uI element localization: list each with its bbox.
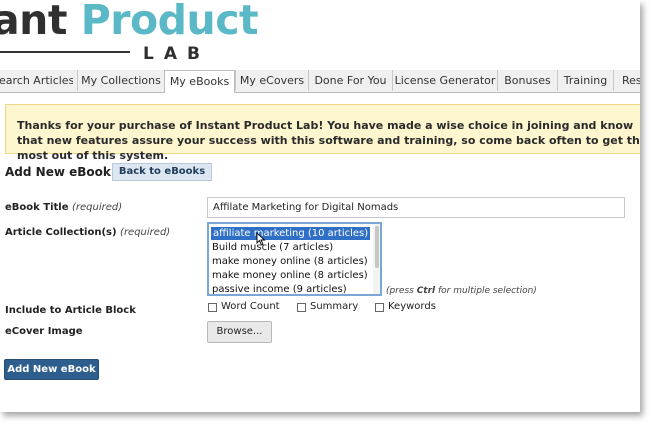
article-collections-select[interactable]: affiliate marketing (10 articles) Build … <box>207 222 382 296</box>
collection-option[interactable]: make money online (8 articles) <box>212 269 368 282</box>
tab-license-generator[interactable]: License Generator <box>392 70 497 91</box>
required-note: (required) <box>72 202 123 213</box>
summary-label[interactable]: Summary <box>310 301 358 312</box>
collection-option[interactable]: passive income (9 articles) <box>212 283 347 294</box>
tab-my-collections[interactable]: My Collections <box>77 70 164 91</box>
hint-suffix: for multiple selection) <box>435 286 537 296</box>
add-new-ebook-button[interactable]: Add New eBook <box>4 359 99 380</box>
page-title: Add New eBook <box>5 165 111 179</box>
word-count-checkbox[interactable] <box>208 303 217 312</box>
article-collections-label: Article Collection(s) (required) <box>5 227 170 238</box>
collection-option[interactable]: make money online (8 articles) <box>212 255 368 268</box>
tab-search-articles[interactable]: Search Articles <box>0 70 73 91</box>
collection-option[interactable]: Build muscle (7 articles) <box>212 241 333 254</box>
site-header: ant Product LAB <box>0 0 640 70</box>
ebook-title-input[interactable]: Affilate Marketing for Digital Nomads <box>207 197 625 218</box>
tab-training[interactable]: Training <box>557 70 613 91</box>
logo-divider <box>0 51 130 53</box>
word-count-label[interactable]: Word Count <box>221 301 280 312</box>
browse-button[interactable]: Browse... <box>207 321 272 343</box>
tab-resources[interactable]: Res <box>613 70 640 91</box>
back-to-ebooks-button[interactable]: Back to eBooks <box>112 163 212 181</box>
logo-text-lab: LAB <box>143 44 210 64</box>
logo[interactable]: ant Product <box>0 0 259 44</box>
include-article-block-label: Include to Article Block <box>5 305 136 316</box>
welcome-message: Thanks for your purchase of Instant Prod… <box>17 119 640 162</box>
mouse-cursor-icon <box>256 232 266 246</box>
tab-my-ecovers[interactable]: My eCovers <box>235 70 308 91</box>
ebook-title-label-text: eBook Title <box>5 202 69 213</box>
hint-prefix: (press <box>386 286 417 296</box>
logo-text-instant: ant <box>0 0 81 44</box>
keywords-label[interactable]: Keywords <box>388 301 436 312</box>
ecover-image-label: eCover Image <box>5 326 83 337</box>
logo-text-product: Product <box>80 0 259 44</box>
ebook-title-label: eBook Title (required) <box>5 202 122 213</box>
article-collections-label-text: Article Collection(s) <box>5 227 117 238</box>
main-nav: Search Articles My Collections My eBooks… <box>0 70 640 93</box>
keywords-checkbox[interactable] <box>375 303 384 312</box>
welcome-banner: Thanks for your purchase of Instant Prod… <box>5 104 640 162</box>
hint-key: Ctrl <box>416 286 436 296</box>
summary-checkbox[interactable] <box>297 303 306 312</box>
tab-bonuses[interactable]: Bonuses <box>497 70 557 91</box>
collection-option[interactable]: affiliate marketing (10 articles) <box>211 227 371 240</box>
listbox-scrollbar[interactable] <box>373 224 380 294</box>
tab-my-ebooks[interactable]: My eBooks <box>164 70 235 93</box>
listbox-scroll-thumb[interactable] <box>375 226 379 268</box>
required-note: (required) <box>120 227 171 238</box>
browser-viewport: ant Product LAB Search Articles My Colle… <box>0 0 640 412</box>
tab-done-for-you[interactable]: Done For You <box>308 70 392 91</box>
multi-select-hint: (press Ctrl for multiple selection) <box>386 286 537 296</box>
